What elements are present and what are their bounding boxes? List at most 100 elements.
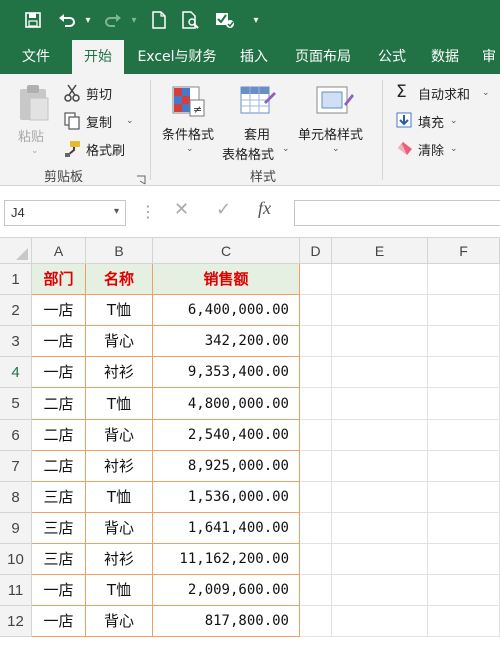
empty-cell[interactable] (428, 420, 500, 451)
empty-cell[interactable] (300, 326, 332, 357)
empty-cell[interactable] (332, 357, 428, 388)
clear-dropdown-icon[interactable]: ⌄ (450, 144, 458, 154)
table-cell[interactable]: 衬衫 (86, 451, 153, 482)
table-cell[interactable]: 2,009,600.00 (153, 575, 300, 606)
empty-cell[interactable] (428, 264, 500, 295)
copy-dropdown-icon[interactable]: ⌄ (126, 116, 134, 126)
table-cell[interactable]: 1,641,400.00 (153, 513, 300, 544)
row-header[interactable]: 7 (0, 451, 32, 482)
table-cell[interactable]: 一店 (32, 575, 86, 606)
clear-button[interactable]: 清除 (418, 140, 444, 159)
cancel-icon[interactable]: ✕ (174, 199, 189, 220)
redo-dropdown-icon[interactable]: ▾ (128, 7, 140, 33)
empty-cell[interactable] (428, 388, 500, 420)
table-cell[interactable]: T恤 (86, 575, 153, 606)
undo-icon[interactable] (54, 7, 80, 33)
empty-cell[interactable] (300, 451, 332, 482)
empty-cell[interactable] (428, 451, 500, 482)
insert-function-icon[interactable]: fx (258, 198, 271, 219)
table-cell[interactable]: 1,536,000.00 (153, 482, 300, 513)
column-header-d[interactable]: D (300, 238, 332, 264)
row-header[interactable]: 3 (0, 326, 32, 357)
row-header[interactable]: 9 (0, 513, 32, 544)
empty-cell[interactable] (300, 388, 332, 420)
table-cell[interactable]: 二店 (32, 451, 86, 482)
format-painter-button[interactable]: 格式刷 (86, 140, 125, 159)
row-header[interactable]: 4 (0, 357, 32, 388)
row-header[interactable]: 2 (0, 295, 32, 326)
empty-cell[interactable] (332, 420, 428, 451)
name-box-dropdown-icon[interactable]: ▾ (114, 206, 119, 217)
table-header-cell[interactable]: 销售额 (153, 264, 300, 295)
name-box[interactable]: J4 ▾ (4, 200, 126, 226)
empty-cell[interactable] (428, 544, 500, 575)
empty-cell[interactable] (300, 295, 332, 326)
empty-cell[interactable] (332, 264, 428, 295)
table-cell[interactable]: 三店 (32, 482, 86, 513)
tab-review[interactable]: 审 (478, 40, 500, 74)
empty-cell[interactable] (332, 295, 428, 326)
more-options-icon[interactable]: ⋮ (140, 202, 156, 221)
empty-cell[interactable] (332, 513, 428, 544)
tab-data[interactable]: 数据 (420, 40, 470, 74)
column-header-f[interactable]: F (428, 238, 500, 264)
empty-cell[interactable] (300, 357, 332, 388)
empty-cell[interactable] (300, 575, 332, 606)
row-header[interactable]: 10 (0, 544, 32, 575)
table-cell[interactable]: 一店 (32, 295, 86, 326)
column-header-a[interactable]: A (32, 238, 86, 264)
column-header-e[interactable]: E (332, 238, 428, 264)
paste-dropdown-icon[interactable]: ⌄ (31, 146, 39, 156)
empty-cell[interactable] (428, 326, 500, 357)
copy-button[interactable]: 复制 (86, 112, 112, 131)
empty-cell[interactable] (300, 420, 332, 451)
clipboard-launcher-icon[interactable] (136, 170, 146, 185)
print-preview-icon[interactable] (178, 7, 204, 33)
tab-page-layout[interactable]: 页面布局 (284, 40, 362, 74)
empty-cell[interactable] (332, 482, 428, 513)
cell-styles-dropdown-icon[interactable]: ⌄ (332, 144, 340, 154)
table-cell[interactable]: 背心 (86, 513, 153, 544)
table-header-cell[interactable]: 名称 (86, 264, 153, 295)
empty-cell[interactable] (428, 482, 500, 513)
table-cell[interactable]: 817,800.00 (153, 606, 300, 637)
table-cell[interactable]: 4,800,000.00 (153, 388, 300, 420)
formula-input[interactable] (294, 200, 500, 226)
empty-cell[interactable] (332, 451, 428, 482)
enter-icon[interactable]: ✓ (216, 199, 231, 220)
empty-cell[interactable] (428, 513, 500, 544)
table-cell[interactable]: 衬衫 (86, 357, 153, 388)
empty-cell[interactable] (332, 388, 428, 420)
table-cell[interactable]: T恤 (86, 295, 153, 326)
cut-button[interactable]: 剪切 (86, 84, 112, 103)
table-cell[interactable]: 二店 (32, 388, 86, 420)
new-file-icon[interactable] (146, 7, 172, 33)
table-cell[interactable]: 8,925,000.00 (153, 451, 300, 482)
empty-cell[interactable] (428, 575, 500, 606)
table-cell[interactable]: 三店 (32, 544, 86, 575)
format-as-table-label-1[interactable]: 套用 (244, 124, 270, 143)
table-cell[interactable]: 342,200.00 (153, 326, 300, 357)
table-cell[interactable]: 9,353,400.00 (153, 357, 300, 388)
empty-cell[interactable] (332, 575, 428, 606)
row-header[interactable]: 5 (0, 388, 32, 420)
check-spell-icon[interactable] (212, 7, 238, 33)
conditional-formatting-dropdown-icon[interactable]: ⌄ (186, 144, 194, 154)
row-header[interactable]: 8 (0, 482, 32, 513)
redo-icon[interactable] (100, 7, 126, 33)
save-icon[interactable] (20, 7, 46, 33)
format-as-table-dropdown-icon[interactable]: ⌄ (282, 144, 290, 154)
empty-cell[interactable] (428, 606, 500, 637)
paste-button[interactable] (16, 84, 50, 126)
table-cell[interactable]: 2,540,400.00 (153, 420, 300, 451)
table-cell[interactable]: 一店 (32, 357, 86, 388)
empty-cell[interactable] (300, 513, 332, 544)
tab-insert[interactable]: 插入 (230, 40, 278, 74)
empty-cell[interactable] (428, 295, 500, 326)
row-header[interactable]: 11 (0, 575, 32, 606)
format-as-table-label-2[interactable]: 表格格式 (222, 144, 274, 163)
tab-formulas[interactable]: 公式 (368, 40, 416, 74)
select-all-corner[interactable] (0, 238, 32, 264)
fill-dropdown-icon[interactable]: ⌄ (450, 116, 458, 126)
tab-excel-finance[interactable]: Excel与财务 (130, 40, 224, 74)
